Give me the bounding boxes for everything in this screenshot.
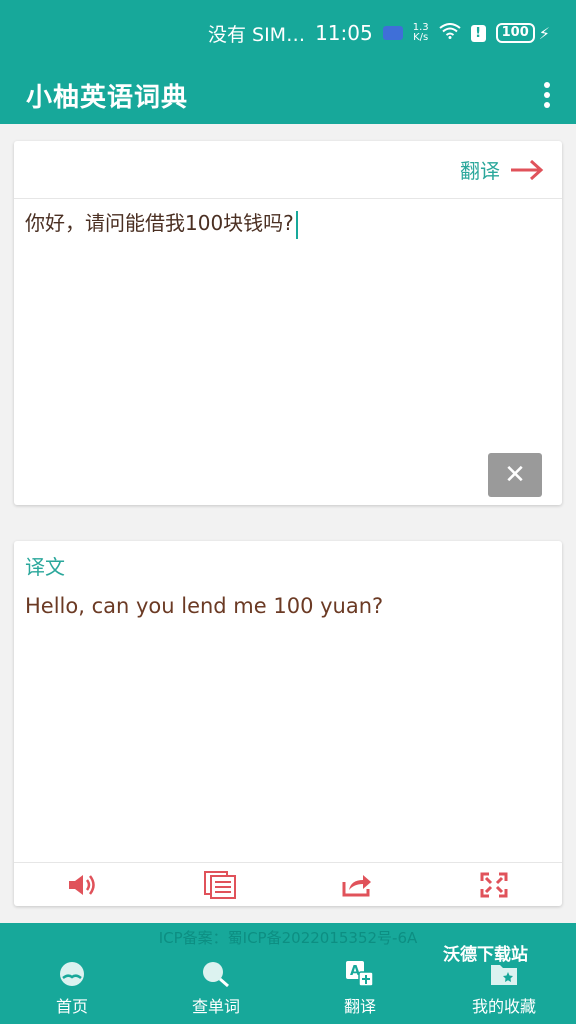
output-card: 译文 Hello, can you lend me 100 yuan? [14, 541, 562, 906]
clear-button[interactable]: ✕ [488, 453, 542, 497]
wifi-icon [439, 22, 461, 44]
watermark: 沃德下载站 [443, 945, 528, 965]
search-word-icon [201, 959, 231, 989]
output-label: 译文 [25, 555, 65, 579]
tab-translate-label: 翻译 [343, 997, 376, 1016]
translate-label: 翻译 [460, 159, 500, 183]
tab-search-word[interactable]: 查单词 [144, 959, 288, 1024]
arrow-right-icon [510, 159, 544, 180]
tab-favorites-label: 我的收藏 [471, 997, 536, 1016]
tab-home[interactable]: 首页 [0, 959, 144, 1024]
copy-icon[interactable] [200, 868, 240, 902]
tab-home-label: 首页 [55, 997, 88, 1016]
speaker-icon[interactable] [63, 868, 103, 902]
source-text-input[interactable]: 你好，请问能借我100块钱吗? [14, 199, 562, 249]
charging-icon: ⚡ [538, 23, 550, 43]
text-cursor [295, 210, 298, 239]
translated-text: Hello, can you lend me 100 yuan? [25, 594, 384, 618]
home-book-icon [57, 959, 87, 989]
output-toolbar [14, 862, 562, 906]
usb-icon [382, 26, 403, 40]
clock: 11:05 [315, 21, 373, 45]
source-text: 你好，请问能借我100块钱吗? [25, 211, 294, 235]
translate-button[interactable]: 翻译 [460, 155, 544, 184]
battery-icon: 100 [495, 23, 535, 43]
tab-favorites[interactable]: 我的收藏 [432, 959, 576, 1024]
tab-search-word-label: 查单词 [191, 997, 240, 1016]
translate-icon: A [345, 959, 375, 989]
input-card: 翻译 你好，请问能借我100块钱吗? ✕ [14, 141, 562, 505]
close-icon: ✕ [504, 460, 526, 490]
status-bar: 没有 SIM… 11:05 1.3 K/s ! 100 ⚡ [0, 0, 576, 66]
carrier-text: 没有 SIM… [207, 23, 306, 46]
app-bar: 小柚英语词典 [0, 66, 576, 124]
fullscreen-icon[interactable] [474, 868, 514, 902]
alert-icon: ! [470, 24, 486, 42]
more-vertical-icon[interactable] [542, 82, 552, 108]
network-speed: 1.3 K/s [412, 22, 429, 43]
app-title: 小柚英语词典 [26, 82, 189, 113]
tab-translate[interactable]: A 翻译 [288, 959, 432, 1024]
share-icon[interactable] [337, 868, 377, 902]
input-card-header: 翻译 [14, 141, 562, 199]
